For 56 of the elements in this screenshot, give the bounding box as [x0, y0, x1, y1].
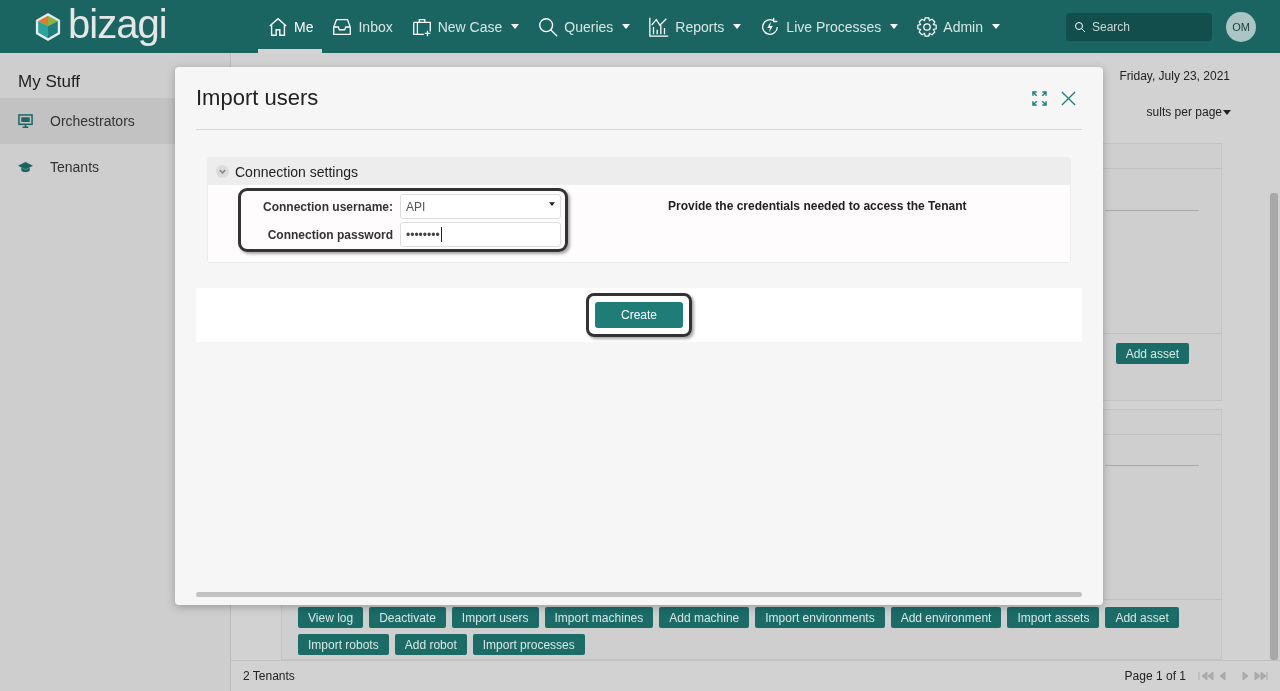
create-button[interactable]: Create	[595, 302, 683, 328]
caret-icon	[622, 24, 631, 29]
nav-tab[interactable]: Admin	[907, 0, 1009, 53]
graduation-cap-icon	[18, 159, 33, 175]
chart-icon	[648, 15, 671, 38]
record-count: 2 Tenants	[243, 669, 295, 683]
logo-wordmark: bizagi	[68, 1, 167, 46]
action-button[interactable]: Add robot	[394, 634, 467, 655]
nav-tab[interactable]: New Case	[401, 0, 529, 53]
section-title: Connection settings	[235, 163, 358, 180]
scrollbar[interactable]	[196, 592, 1082, 597]
nav-tab[interactable]: Live Processes	[750, 0, 908, 53]
caret-icon	[549, 201, 555, 206]
field-label: Connection password	[266, 226, 393, 243]
action-button[interactable]: Deactivate	[369, 607, 446, 628]
pager-icon[interactable]	[1198, 671, 1268, 681]
caret-icon	[890, 24, 899, 29]
action-button[interactable]: Import assets	[1007, 607, 1100, 628]
section-header[interactable]: Connection settings	[208, 158, 1070, 185]
logo-icon	[34, 11, 62, 42]
caret-icon	[733, 24, 742, 29]
search-icon	[537, 15, 560, 38]
settings-icon	[916, 15, 939, 38]
action-button[interactable]: View log	[298, 607, 364, 628]
close-icon[interactable]	[1061, 90, 1076, 106]
results-per-page-dropdown[interactable]: sults per page	[1146, 105, 1231, 119]
caret-icon	[992, 24, 1000, 29]
action-button[interactable]: Add machine	[659, 607, 750, 628]
caret-icon	[1223, 109, 1231, 115]
user-avatar[interactable]: OM	[1226, 11, 1256, 42]
nav-tab[interactable]: Reports	[639, 0, 751, 53]
expand-icon[interactable]	[1032, 90, 1047, 106]
caret-icon	[511, 24, 520, 29]
chevron-icon	[216, 165, 229, 178]
search-icon	[1074, 20, 1086, 33]
monitor-icon	[18, 113, 33, 129]
nav-tab[interactable]: Queries	[528, 0, 640, 53]
username-dropdown[interactable]: API	[400, 194, 561, 219]
sidebar-title: My Stuff	[17, 71, 82, 93]
action-button[interactable]: Import machines	[544, 607, 654, 628]
search-field[interactable]: Search	[1066, 12, 1212, 41]
password-field[interactable]: ••••••••	[400, 222, 561, 247]
action-button[interactable]: Add asset	[1105, 607, 1179, 628]
action-button[interactable]: Import environments	[755, 607, 885, 628]
date-label: Friday, July 23, 2021	[1119, 69, 1230, 83]
action-button[interactable]: Import robots	[298, 634, 389, 655]
scrollbar[interactable]	[1270, 193, 1278, 660]
action-button[interactable]: Import processes	[472, 634, 585, 655]
page-indicator: Page 1 of 1	[1124, 669, 1186, 683]
home-icon	[267, 15, 289, 38]
action-button[interactable]: Add environment	[890, 607, 1002, 628]
nav-tab[interactable]: Inbox	[322, 0, 402, 53]
action-button[interactable]: Add asset	[1115, 343, 1189, 364]
action-button[interactable]: Import users	[451, 607, 539, 628]
help-text: Provide the credentials needed to access the Tenant	[668, 199, 967, 213]
field-label: Connection username:	[261, 198, 393, 215]
